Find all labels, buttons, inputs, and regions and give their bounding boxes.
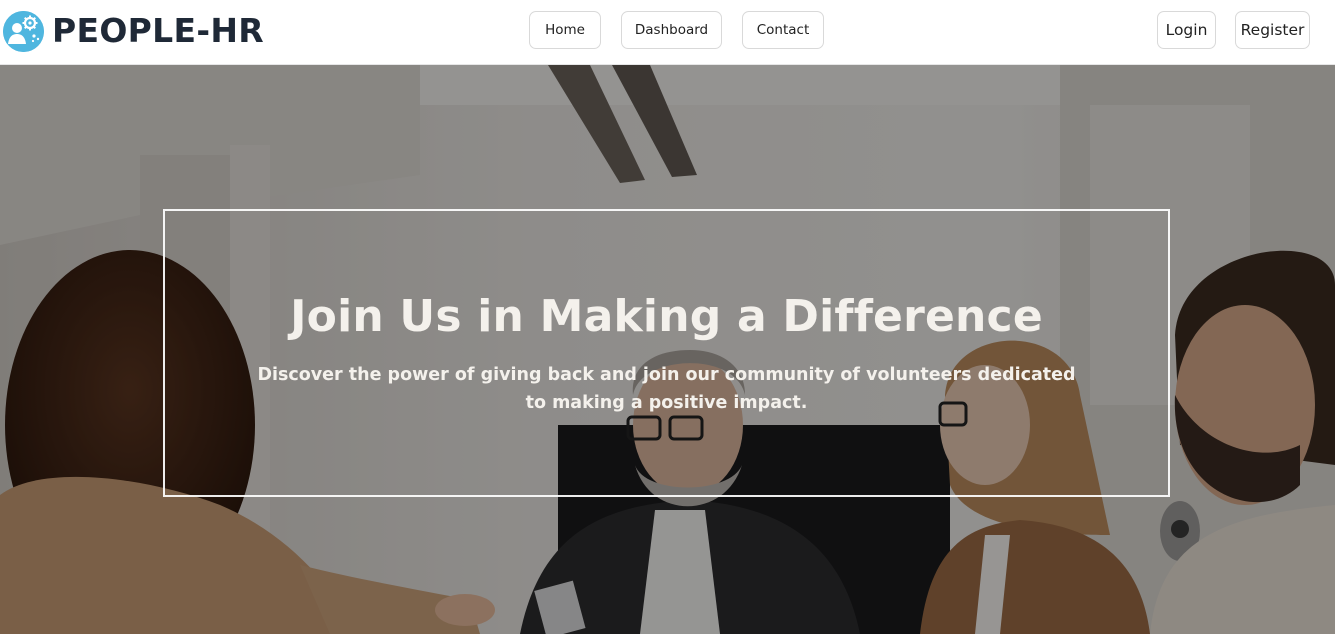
login-button[interactable]: Login: [1157, 11, 1216, 49]
brand-name: PEOPLE-HR: [52, 11, 264, 50]
hero-section: Join Us in Making a Difference Discover …: [0, 65, 1335, 634]
hero-frame: [163, 209, 1170, 497]
nav-contact-button[interactable]: Contact: [742, 11, 824, 49]
register-button[interactable]: Register: [1235, 11, 1310, 49]
nav-home-button[interactable]: Home: [529, 11, 601, 49]
navbar: PEOPLE-HR Home Dashboard Contact Login R…: [0, 0, 1335, 65]
nav-dashboard-button[interactable]: Dashboard: [621, 11, 722, 49]
hero-subtitle: Discover the power of giving back and jo…: [257, 365, 1076, 413]
people-gear-icon: [3, 10, 44, 52]
brand[interactable]: PEOPLE-HR: [3, 10, 264, 52]
hero-title: Join Us in Making a Difference: [290, 291, 1043, 342]
